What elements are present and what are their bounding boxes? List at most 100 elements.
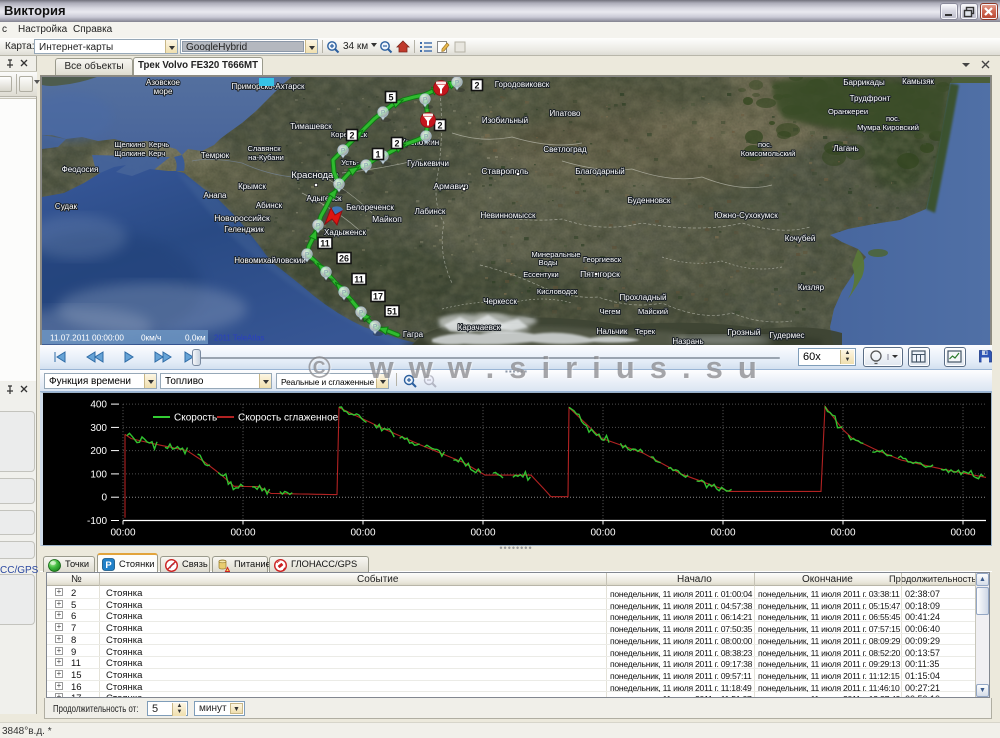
svg-text:Судак: Судак [55,202,78,211]
svg-text:Хадыженск: Хадыженск [324,228,366,237]
svg-text:00:00: 00:00 [470,528,495,539]
svg-text:P: P [373,324,378,331]
svg-text:2: 2 [437,120,442,130]
svg-text:Кочубей: Кочубей [785,234,816,243]
svg-text:P: P [424,134,429,141]
svg-text:Ипатово: Ипатово [550,109,582,118]
svg-text:Комсомольский: Комсомольский [741,149,796,158]
svg-text:P: P [105,560,112,571]
svg-text:Светлоград: Светлоград [543,145,587,154]
svg-text:море: море [154,87,173,96]
svg-text:Изобильный: Изобильный [482,116,528,125]
svg-text:Геленджик: Геленджик [224,225,264,234]
svg-text:Ставрополь: Ставрополь [481,166,529,176]
svg-text:P: P [324,270,329,277]
svg-text:Анапа: Анапа [204,191,228,200]
svg-text:0км/ч: 0км/ч [141,334,161,343]
svg-text:Кизляр: Кизляр [798,283,825,292]
svg-text:P: P [305,252,310,259]
svg-text:Буденновск: Буденновск [628,196,671,205]
svg-text:Щолкине: Щолкине [114,149,145,158]
svg-text:пос.: пос. [886,114,900,123]
svg-text:-100: -100 [87,516,107,527]
svg-text:Лагань: Лагань [833,144,858,153]
svg-text:P: P [342,290,347,297]
svg-text:0: 0 [101,493,107,504]
svg-text:Гагра: Гагра [403,330,424,339]
svg-text:1: 1 [375,149,380,159]
svg-text:11: 11 [320,238,330,248]
svg-text:Скорость: Скорость [174,413,217,424]
svg-text:Чегем: Чегем [599,307,620,316]
svg-text:Лабинск: Лабинск [415,207,446,216]
svg-text:Белореченск: Белореченск [346,203,394,212]
svg-text:00:00: 00:00 [950,528,975,539]
svg-text:300: 300 [90,423,107,434]
svg-text:11.07.2011 00:00:00: 11.07.2011 00:00:00 [50,334,124,343]
svg-text:Тимашевск: Тимашевск [290,122,332,131]
svg-text:Невинномысск: Невинномысск [481,211,536,220]
svg-text:P: P [359,310,364,317]
svg-text:Майкоп: Майкоп [372,214,402,224]
svg-text:P: P [337,182,342,189]
svg-text:Южно-Сухокумск: Южно-Сухокумск [714,211,778,220]
svg-text:Грозный: Грозный [728,327,761,337]
svg-text:00:00: 00:00 [110,528,135,539]
svg-text:P: P [341,148,346,155]
svg-text:Азовское: Азовское [146,78,181,87]
svg-text:Скорость сглаженное: Скорость сглаженное [238,413,339,424]
svg-text:Адыгейск: Адыгейск [307,194,342,203]
svg-text:400: 400 [90,400,107,411]
svg-text:2011 TeleAtlas: 2011 TeleAtlas [214,334,265,343]
svg-text:P: P [381,110,386,117]
svg-text:2: 2 [474,80,479,90]
svg-text:0,0км: 0,0км [185,334,206,343]
svg-text:51: 51 [387,306,397,316]
svg-text:Пятигорск: Пятигорск [580,269,620,279]
svg-text:P: P [455,80,460,87]
svg-text:Георгиевск: Георгиевск [583,255,622,264]
svg-text:на-Кубани: на-Кубани [248,153,284,162]
svg-text:Гудермес: Гудермес [769,331,804,340]
svg-text:Трудфронт: Трудфронт [850,94,891,103]
svg-text:Оранжереи: Оранжереи [828,107,868,116]
svg-text:00:00: 00:00 [830,528,855,539]
svg-text:2: 2 [349,130,354,140]
svg-text:Новомихайловский: Новомихайловский [234,256,305,265]
svg-text:Гулькевичи: Гулькевичи [407,159,449,168]
svg-text:Новороссийск: Новороссийск [214,213,270,223]
svg-text:Городовиковск: Городовиковск [495,80,550,89]
svg-text:Мумра Кировский: Мумра Кировский [857,123,919,132]
svg-text:Благодарный: Благодарный [575,167,625,176]
svg-text:200: 200 [90,446,107,457]
svg-text:2: 2 [394,138,399,148]
svg-text:Терек: Терек [635,327,656,336]
svg-text:00:00: 00:00 [350,528,375,539]
svg-text:Щелкино: Щелкино [114,140,145,149]
svg-text:Баррикады: Баррикады [843,78,885,87]
svg-text:Нальчик: Нальчик [597,327,628,336]
svg-text:P: P [316,223,321,230]
svg-text:Назрань: Назрань [672,337,703,345]
svg-text:00:00: 00:00 [590,528,615,539]
svg-text:Карачаевск: Карачаевск [458,323,501,332]
svg-text:P: P [364,163,369,170]
svg-text:P: P [423,97,428,104]
svg-text:Прохладный: Прохладный [620,293,667,302]
svg-text:5: 5 [388,92,393,102]
svg-text:100: 100 [90,469,107,480]
svg-text:26: 26 [339,253,349,263]
svg-text:Славянск: Славянск [247,144,281,153]
svg-text:Крымск: Крымск [238,182,266,191]
svg-text:17: 17 [373,291,383,301]
svg-text:Воды: Воды [539,258,558,267]
svg-text:Абинск: Абинск [256,201,283,210]
svg-text:Черкесск: Черкесск [483,297,517,306]
svg-text:00:00: 00:00 [710,528,735,539]
svg-text:Камызяк: Камызяк [902,77,934,86]
svg-text:11: 11 [354,274,364,284]
svg-text:Феодосия: Феодосия [62,165,99,174]
svg-text:00:00: 00:00 [230,528,255,539]
svg-text:Ессентуки: Ессентуки [523,270,558,279]
svg-text:Кисловодск: Кисловодск [537,287,578,296]
